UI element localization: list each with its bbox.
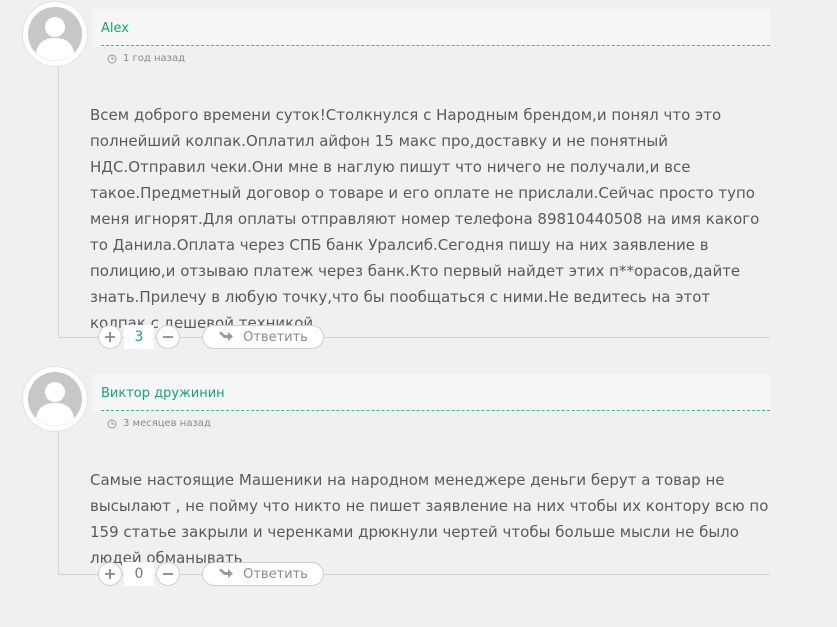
comment-meta: 3 месяцев назад: [107, 418, 211, 429]
plus-icon: [105, 332, 115, 342]
vote-down-button[interactable]: [156, 562, 180, 586]
comment-author[interactable]: Alex: [101, 21, 129, 36]
clock-icon: [107, 54, 117, 63]
vote-count: 3: [124, 325, 154, 349]
comment-header: [92, 9, 770, 47]
comment-time: 1 год назад: [123, 53, 186, 64]
plus-icon: [105, 569, 115, 579]
header-divider: [101, 410, 770, 411]
vote-up-button[interactable]: [98, 325, 122, 349]
clock-icon: [107, 419, 117, 428]
comment-time: 3 месяцев назад: [123, 418, 211, 429]
reply-label: Ответить: [243, 566, 308, 582]
user-avatar-icon: [28, 372, 82, 426]
reply-arrow-icon: [219, 331, 234, 341]
minus-icon: [163, 573, 173, 575]
reply-arrow-icon: [219, 568, 234, 578]
reply-button[interactable]: Ответить: [202, 325, 324, 349]
comment-author[interactable]: Виктор дружинин: [101, 386, 225, 401]
comment-text: Всем доброго времени суток!Столкнулся с …: [90, 106, 760, 332]
comment-meta: 1 год назад: [107, 53, 185, 64]
header-divider: [101, 45, 770, 46]
user-avatar-icon: [28, 7, 82, 61]
minus-icon: [163, 336, 173, 338]
avatar[interactable]: [23, 367, 87, 431]
vote-down-button[interactable]: [156, 325, 180, 349]
thread-line: [58, 431, 59, 575]
vote-up-button[interactable]: [98, 562, 122, 586]
thread-line: [58, 66, 59, 338]
comment-text: Самые настоящие Машеники на народном мен…: [90, 471, 769, 567]
avatar[interactable]: [23, 2, 87, 66]
reply-button[interactable]: Ответить: [202, 562, 324, 586]
vote-count: 0: [124, 562, 154, 586]
reply-label: Ответить: [243, 329, 308, 345]
